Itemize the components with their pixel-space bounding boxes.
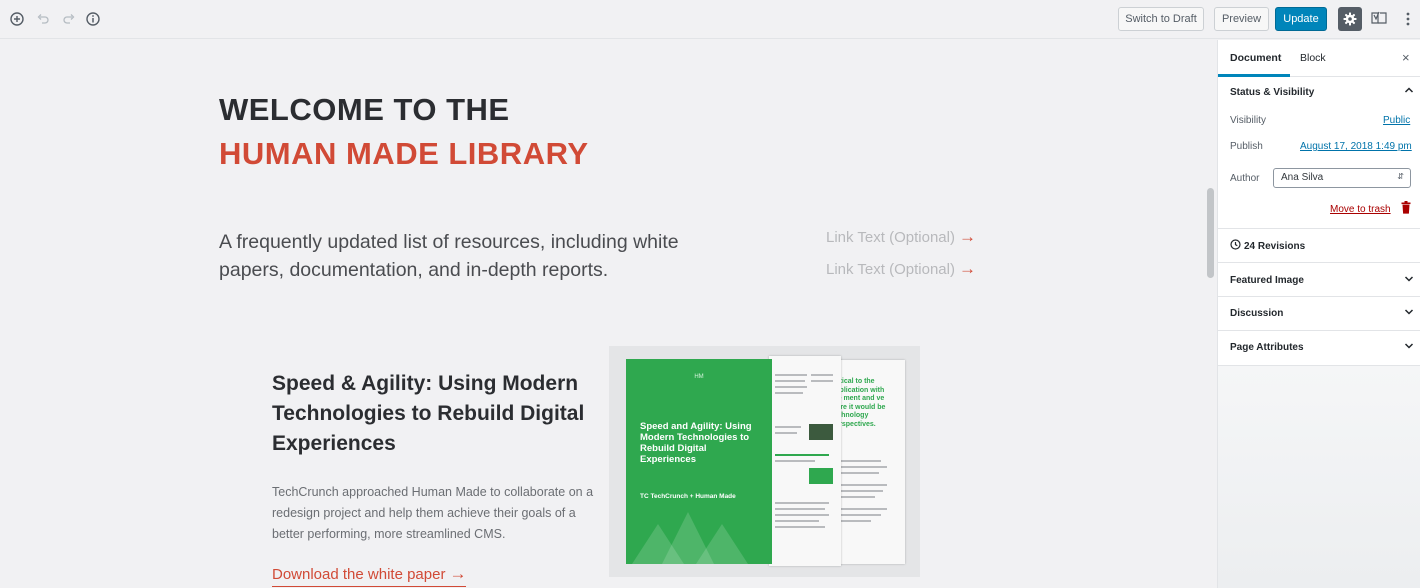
report-cover-logos: TC TechCrunch + Human Made: [640, 493, 736, 500]
preview-button[interactable]: Preview: [1214, 7, 1269, 31]
info-icon[interactable]: [84, 10, 102, 28]
text-line: [775, 386, 807, 388]
settings-sidebar: Document Block × Status & Visibility Vis…: [1217, 40, 1420, 588]
scrollbar-thumb[interactable]: [1207, 188, 1214, 278]
card-description[interactable]: TechCrunch approached Human Made to coll…: [272, 482, 602, 545]
report-page-middle: [769, 356, 841, 566]
panel-featured-image[interactable]: Featured Image: [1230, 275, 1304, 286]
chevron-down-icon[interactable]: [1404, 275, 1414, 286]
optional-link-2[interactable]: Link Text (Optional) →: [826, 259, 976, 279]
sidebar-tabs: Document Block ×: [1218, 40, 1420, 77]
text-line: [811, 374, 833, 376]
divider: [1218, 262, 1420, 263]
heading-line-2[interactable]: HUMAN MADE LIBRARY: [219, 136, 589, 172]
divider: [1218, 330, 1420, 331]
text-line: [811, 380, 833, 382]
undo-icon[interactable]: [34, 10, 52, 28]
add-block-icon[interactable]: [8, 10, 26, 28]
chevron-up-icon[interactable]: [1404, 86, 1414, 97]
move-to-trash-link[interactable]: Move to trash: [1330, 204, 1391, 215]
link-text: Link Text (Optional): [826, 261, 955, 278]
card-title[interactable]: Speed & Agility: Using Modern Technologi…: [272, 369, 592, 459]
editor-canvas: WELCOME TO THE HUMAN MADE LIBRARY A freq…: [0, 40, 1204, 588]
text-line: [775, 380, 805, 382]
revisions-link[interactable]: 24 Revisions: [1230, 239, 1305, 252]
publish-date-link[interactable]: August 17, 2018 1:49 pm: [1300, 141, 1412, 152]
history-icon: [1230, 239, 1241, 250]
divider: [1218, 228, 1420, 229]
download-link[interactable]: Download the white paper →: [272, 564, 467, 587]
arrow-right-icon: →: [958, 227, 976, 246]
close-icon[interactable]: ×: [1402, 50, 1410, 65]
publish-label: Publish: [1230, 141, 1263, 152]
heading-line-1[interactable]: WELCOME TO THE: [219, 92, 510, 128]
panel-discussion[interactable]: Discussion: [1230, 308, 1283, 319]
intro-paragraph[interactable]: A frequently updated list of resources, …: [219, 228, 739, 284]
panel-page-attributes[interactable]: Page Attributes: [1230, 342, 1304, 353]
editor-scrollbar[interactable]: [1204, 40, 1217, 588]
more-vertical-icon[interactable]: [1399, 10, 1417, 28]
text-line: [775, 374, 807, 376]
status-visibility-header[interactable]: Status & Visibility: [1230, 87, 1314, 98]
trash-icon[interactable]: [1401, 201, 1411, 214]
download-label: Download the white paper: [272, 566, 446, 583]
text-line: [775, 502, 829, 504]
text-line: [775, 514, 829, 516]
tab-document[interactable]: Document: [1230, 52, 1281, 64]
chevron-down-icon[interactable]: [1404, 342, 1414, 353]
chevron-down-icon[interactable]: [1404, 308, 1414, 319]
text-line: [775, 526, 825, 528]
redo-icon[interactable]: [59, 10, 77, 28]
report-cover: HM Speed and Agility: Using Modern Techn…: [626, 359, 772, 564]
arrow-right-icon: →: [958, 259, 976, 278]
author-select[interactable]: Ana Silva ⇵: [1273, 168, 1411, 188]
gear-icon: [1343, 12, 1357, 26]
update-button[interactable]: Update: [1275, 7, 1327, 31]
text-line: [775, 508, 825, 510]
editor-toolbar: Switch to Draft Preview Update: [0, 0, 1420, 39]
link-text: Link Text (Optional): [826, 229, 955, 246]
report-cover-title: Speed and Agility: Using Modern Technolo…: [640, 421, 752, 465]
text-line: [775, 460, 815, 462]
text-line: [775, 426, 801, 428]
settings-button[interactable]: [1338, 7, 1362, 31]
decorative-triangle: [696, 524, 748, 564]
report-photo: [809, 424, 833, 440]
text-line: [775, 454, 829, 456]
author-value: Ana Silva: [1281, 172, 1324, 183]
visibility-label: Visibility: [1230, 115, 1266, 126]
report-preview-image[interactable]: critical to the publication with the men…: [609, 346, 920, 577]
author-label: Author: [1230, 173, 1260, 184]
switch-to-draft-button[interactable]: Switch to Draft: [1118, 7, 1204, 31]
revisions-label: 24 Revisions: [1244, 241, 1306, 252]
visibility-link[interactable]: Public: [1383, 115, 1410, 126]
text-line: [775, 520, 819, 522]
text-line: [775, 432, 797, 434]
yoast-icon[interactable]: [1369, 9, 1389, 27]
report-photo: [809, 468, 833, 484]
select-caret-icon: ⇵: [1397, 172, 1404, 181]
report-logo-mark: HM: [694, 374, 704, 380]
sidebar-empty-area: [1218, 366, 1420, 588]
arrow-right-icon: →: [449, 564, 467, 583]
tab-block[interactable]: Block: [1300, 52, 1326, 64]
optional-link-1[interactable]: Link Text (Optional) →: [826, 227, 976, 247]
divider: [1218, 296, 1420, 297]
text-line: [775, 392, 803, 394]
active-tab-indicator: [1218, 74, 1290, 77]
